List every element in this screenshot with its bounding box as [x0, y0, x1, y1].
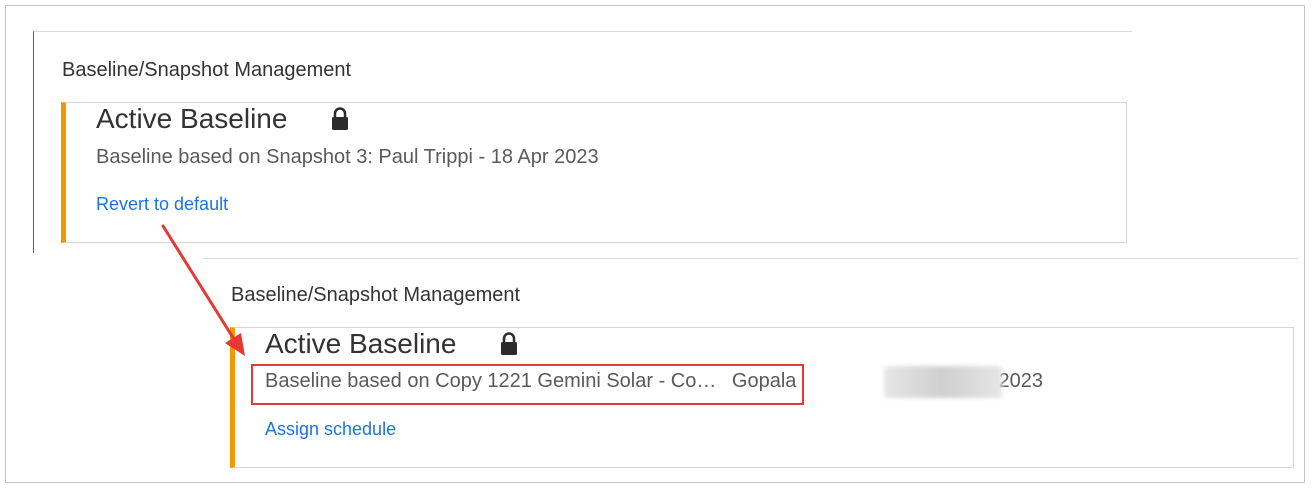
annotation-arrow [161, 224, 245, 356]
